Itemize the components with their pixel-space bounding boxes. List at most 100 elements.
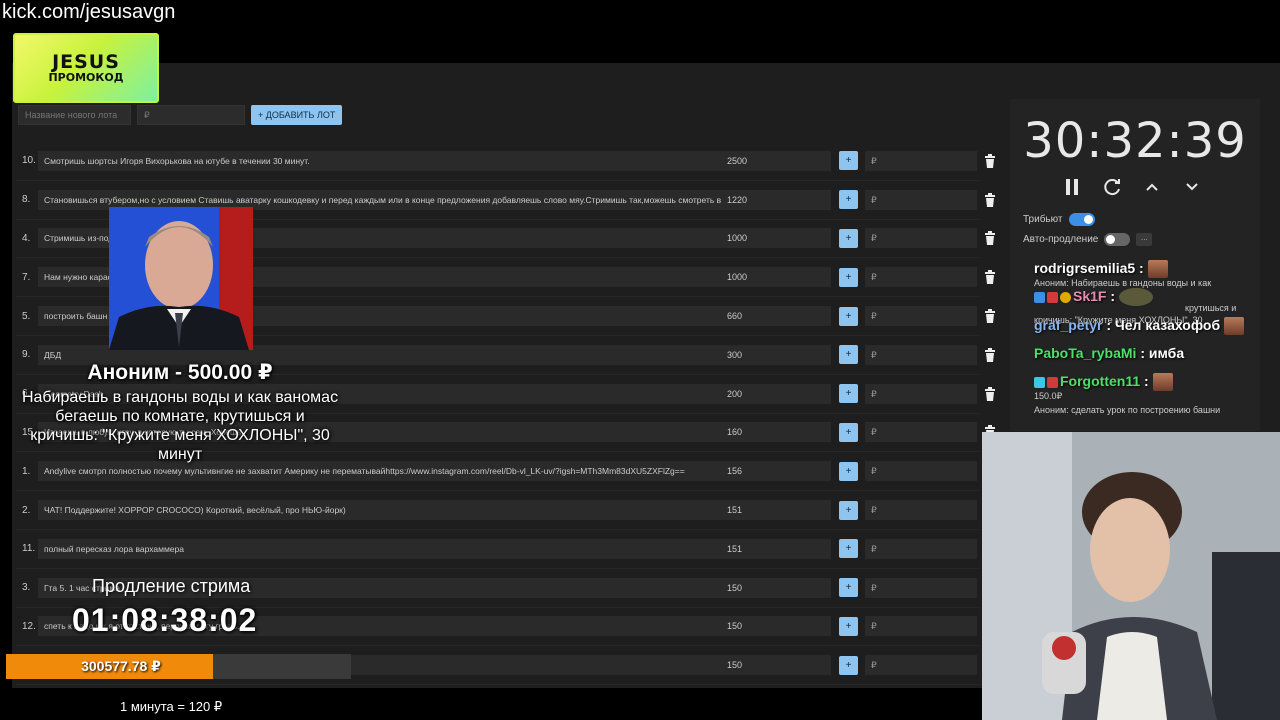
- new-lot-amount-input[interactable]: [137, 105, 245, 125]
- chat-user: graf_petyr: [1034, 317, 1103, 333]
- lot-add-button[interactable]: +: [839, 422, 858, 442]
- lot-row: 2. ЧАТ! Поддержите! XOPPOP CROCOCO) Корот…: [16, 491, 995, 530]
- lot-rub-input[interactable]: ₽: [865, 422, 977, 443]
- lot-add-button[interactable]: +: [839, 228, 858, 248]
- new-lot-name-input[interactable]: [18, 105, 131, 125]
- lot-amount-input[interactable]: 160: [721, 422, 831, 443]
- emote-icon: [1224, 317, 1244, 336]
- lot-number: 10.: [22, 155, 36, 167]
- emote-icon: [1147, 260, 1168, 279]
- lot-title-input[interactable]: ЧАТ! Поддержите! XOPPOP CROCOCO) Коротки…: [38, 500, 728, 521]
- logo-subtitle: ПРОМОКОД: [48, 71, 124, 84]
- progress-value: 300577.78 ₽: [81, 658, 161, 674]
- donation-image: [109, 207, 253, 350]
- lot-add-button[interactable]: +: [839, 306, 858, 326]
- trash-icon[interactable]: [984, 192, 996, 207]
- lot-number: 12.: [22, 620, 36, 632]
- auto-extend-options-button[interactable]: ...: [1136, 233, 1153, 246]
- lot-rub-input[interactable]: ₽: [865, 383, 977, 404]
- lot-title-input[interactable]: Смотришь шортсы Игоря Вихорькова на ютуб…: [38, 150, 728, 171]
- lot-rub-input[interactable]: ₽: [865, 538, 977, 559]
- lot-add-button[interactable]: +: [839, 151, 858, 171]
- lot-rub-input[interactable]: ₽: [865, 461, 977, 482]
- lot-rub-input[interactable]: ₽: [865, 306, 977, 327]
- lot-number: 1.: [22, 465, 31, 477]
- badge-icon: [1047, 291, 1058, 303]
- lot-add-button[interactable]: +: [839, 500, 858, 520]
- chat-separator: :: [1136, 345, 1149, 361]
- lot-amount-input[interactable]: 151: [721, 538, 831, 559]
- lot-amount-input[interactable]: 156: [721, 461, 831, 482]
- lot-rub-input[interactable]: ₽: [865, 655, 977, 676]
- auto-extend-switch[interactable]: [1104, 233, 1131, 246]
- chevron-down-icon[interactable]: [1182, 177, 1202, 197]
- lot-title-input[interactable]: полный пересказ лора вархаммера: [38, 538, 728, 559]
- donation-amount: 150.0₽: [1034, 391, 1063, 401]
- lot-rub-input[interactable]: ₽: [865, 150, 977, 171]
- emote-icon: [1152, 373, 1173, 392]
- lot-add-button[interactable]: +: [839, 539, 858, 559]
- auction-timer: 30:32:39: [1023, 113, 1247, 169]
- add-lot-button[interactable]: + ДОБАВИТЬ ЛОТ: [251, 105, 343, 125]
- rate-text: 1 минута = 120 ₽: [120, 699, 223, 714]
- chevron-up-icon[interactable]: [1142, 177, 1162, 197]
- lot-number: 5.: [22, 310, 31, 322]
- lot-amount-input[interactable]: 150: [721, 616, 831, 637]
- trash-icon[interactable]: [984, 231, 996, 246]
- chat-separator: :: [1106, 288, 1119, 304]
- pause-icon[interactable]: [1062, 177, 1082, 197]
- lot-number: 9.: [22, 349, 31, 361]
- lot-rub-input[interactable]: ₽: [865, 577, 977, 598]
- tribute-label: Трибьют: [1023, 214, 1063, 225]
- add-lot-row: + ДОБАВИТЬ ЛОТ: [18, 105, 343, 125]
- lot-rub-input[interactable]: ₽: [865, 616, 977, 637]
- lot-add-button[interactable]: +: [839, 267, 858, 287]
- badge-icon: [1034, 376, 1045, 388]
- chat-message: Forgotten11 :: [1034, 373, 1173, 392]
- trash-icon[interactable]: [984, 347, 996, 362]
- lot-number: 4.: [22, 232, 31, 244]
- lot-amount-input[interactable]: 150: [721, 655, 831, 676]
- lot-amount-input[interactable]: 1000: [721, 228, 831, 249]
- lot-amount-input[interactable]: 1000: [721, 267, 831, 288]
- trash-icon[interactable]: [984, 386, 996, 401]
- lot-add-button[interactable]: +: [839, 345, 858, 365]
- chat-user: Forgotten11: [1060, 373, 1141, 389]
- reset-icon[interactable]: [1102, 177, 1122, 197]
- lot-rub-input[interactable]: ₽: [865, 189, 977, 210]
- lot-number: 2.: [22, 504, 31, 516]
- donation-snippet: крутишься и: [1185, 303, 1237, 313]
- portrait-picture: [109, 207, 253, 350]
- lot-add-button[interactable]: +: [839, 578, 858, 598]
- lot-amount-input[interactable]: 300: [721, 344, 831, 365]
- tribute-switch[interactable]: [1068, 213, 1095, 226]
- lot-amount-input[interactable]: 200: [721, 383, 831, 404]
- trash-icon[interactable]: [984, 309, 996, 324]
- lot-add-button[interactable]: +: [839, 616, 858, 636]
- lot-add-button[interactable]: +: [839, 655, 858, 675]
- lot-amount-input[interactable]: 2500: [721, 150, 831, 171]
- badge-icon: [1047, 376, 1058, 388]
- lot-rub-input[interactable]: ₽: [865, 344, 977, 365]
- lot-title-input[interactable]: Andylive смотрп полностью почему мультив…: [38, 461, 728, 482]
- badge-icon: [1060, 291, 1071, 303]
- timer-controls: [1062, 177, 1202, 197]
- extension-label: Продление стрима: [92, 576, 251, 596]
- lot-number: 11.: [22, 543, 36, 555]
- trash-icon[interactable]: [984, 153, 996, 168]
- lot-rub-input[interactable]: ₽: [865, 500, 977, 521]
- lot-amount-input[interactable]: 1220: [721, 189, 831, 210]
- lot-amount-input[interactable]: 151: [721, 500, 831, 521]
- lot-rub-input[interactable]: ₽: [865, 267, 977, 288]
- lot-add-button[interactable]: +: [839, 384, 858, 404]
- trash-icon[interactable]: [984, 270, 996, 285]
- webcam-picture: [982, 432, 1280, 720]
- lot-number: 7.: [22, 271, 31, 283]
- lot-add-button[interactable]: +: [839, 461, 858, 481]
- donation-progress-bar: 300577.78 ₽: [6, 654, 351, 679]
- lot-add-button[interactable]: +: [839, 190, 858, 210]
- lot-amount-input[interactable]: 150: [721, 577, 831, 598]
- chat-user: PaboTa_rybaMi: [1034, 345, 1137, 361]
- lot-rub-input[interactable]: ₽: [865, 228, 977, 249]
- lot-amount-input[interactable]: 660: [721, 306, 831, 327]
